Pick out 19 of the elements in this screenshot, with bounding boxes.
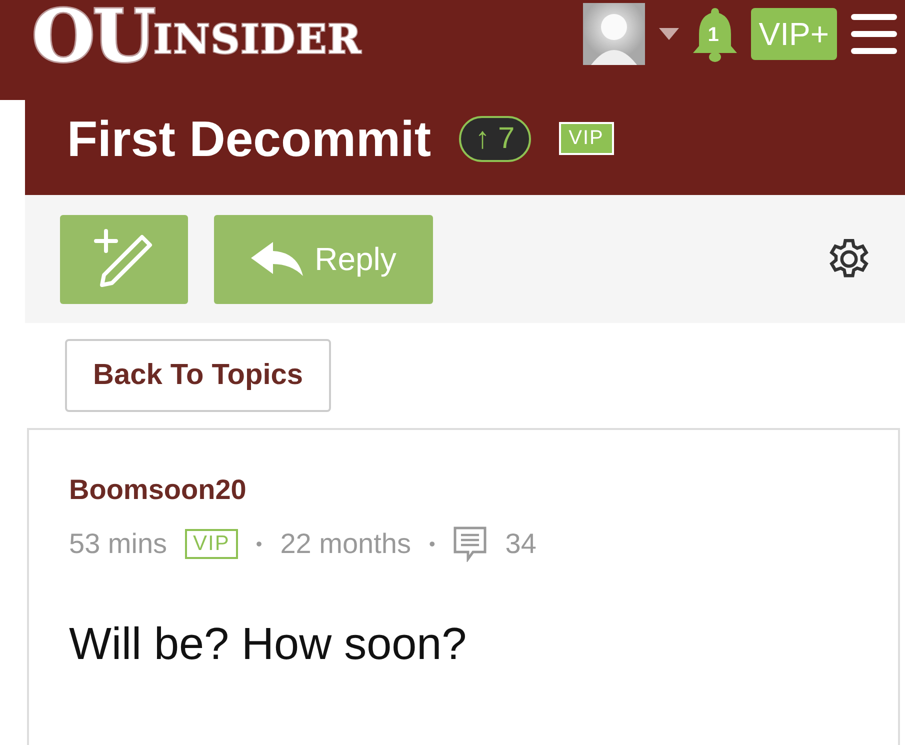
notification-count: 1 (708, 24, 719, 46)
pencil-icon (94, 229, 154, 289)
site-logo[interactable]: OUINSIDER (32, 0, 362, 72)
caret-icon[interactable] (658, 28, 679, 40)
post-time: 53 mins (69, 528, 168, 560)
menu-icon[interactable] (851, 14, 897, 54)
back-to-topics-button[interactable]: Back To Topics (65, 339, 332, 412)
separator-dot: • (428, 534, 436, 554)
post-count: 34 (505, 528, 536, 560)
reply-arrow-icon (250, 242, 303, 276)
vip-badge: VIP (185, 529, 238, 559)
separator-dot: • (256, 534, 262, 554)
member-duration: 22 months (280, 528, 411, 560)
comment-icon (453, 526, 488, 562)
thread-title: First Decommit (67, 110, 431, 168)
vip-badge: VIP (558, 122, 614, 155)
post-body: Will be? How soon? (69, 618, 467, 670)
upvote-badge[interactable]: ↑ 7 (458, 116, 531, 162)
post-author[interactable]: Boomsoon20 (69, 474, 246, 506)
